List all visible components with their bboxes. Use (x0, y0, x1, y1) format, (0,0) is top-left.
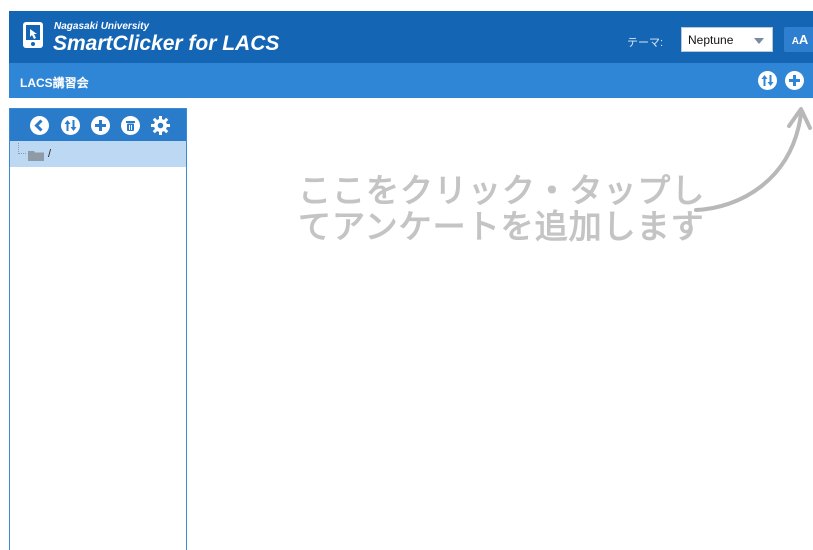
settings-button[interactable] (150, 115, 171, 136)
tree-item-root[interactable]: / (10, 141, 186, 167)
folder-icon (28, 151, 44, 161)
trash-icon (126, 121, 135, 131)
clicker-logo-icon (23, 22, 43, 48)
course-bar: LACS講習会 (9, 63, 813, 98)
plus-icon (95, 120, 106, 131)
app-header: Nagasaki University SmartClicker for LAC… (9, 11, 813, 63)
hint-line-1: ここをクリック・タップし (298, 171, 706, 210)
font-size-button[interactable]: AA (784, 27, 813, 52)
tree-item-label: / (48, 148, 52, 160)
add-folder-button[interactable] (91, 116, 110, 135)
add-survey-button[interactable] (785, 71, 804, 90)
back-button[interactable] (30, 116, 49, 135)
sort-icon (64, 120, 77, 131)
sidebar-toolbar (10, 109, 186, 141)
theme-select-value: Neptune (688, 32, 734, 47)
app: Nagasaki University SmartClicker for LAC… (0, 0, 813, 550)
tree-connector (18, 143, 26, 154)
hint-line-2: てアンケートを追加します (298, 207, 705, 246)
add-survey-hint: ここをクリック・タップし てアンケートを追加します (298, 173, 705, 245)
delete-folder-button[interactable] (121, 116, 140, 135)
plus-icon (789, 75, 800, 86)
hint-arrow-icon (694, 107, 812, 212)
brand-university: Nagasaki University (54, 21, 150, 32)
chevron-left-icon (34, 119, 43, 132)
course-title: LACS講習会 (20, 76, 89, 90)
sort-icon (761, 75, 774, 86)
theme-label: テーマ: (627, 37, 664, 49)
chevron-down-icon (754, 38, 764, 44)
brand-title: SmartClicker for LACS (53, 32, 280, 55)
folder-sidebar: / (9, 108, 187, 550)
sort-folder-button[interactable] (61, 116, 80, 135)
gear-icon (151, 116, 170, 135)
sort-button[interactable] (758, 71, 777, 90)
theme-select[interactable]: Neptune (681, 27, 773, 52)
